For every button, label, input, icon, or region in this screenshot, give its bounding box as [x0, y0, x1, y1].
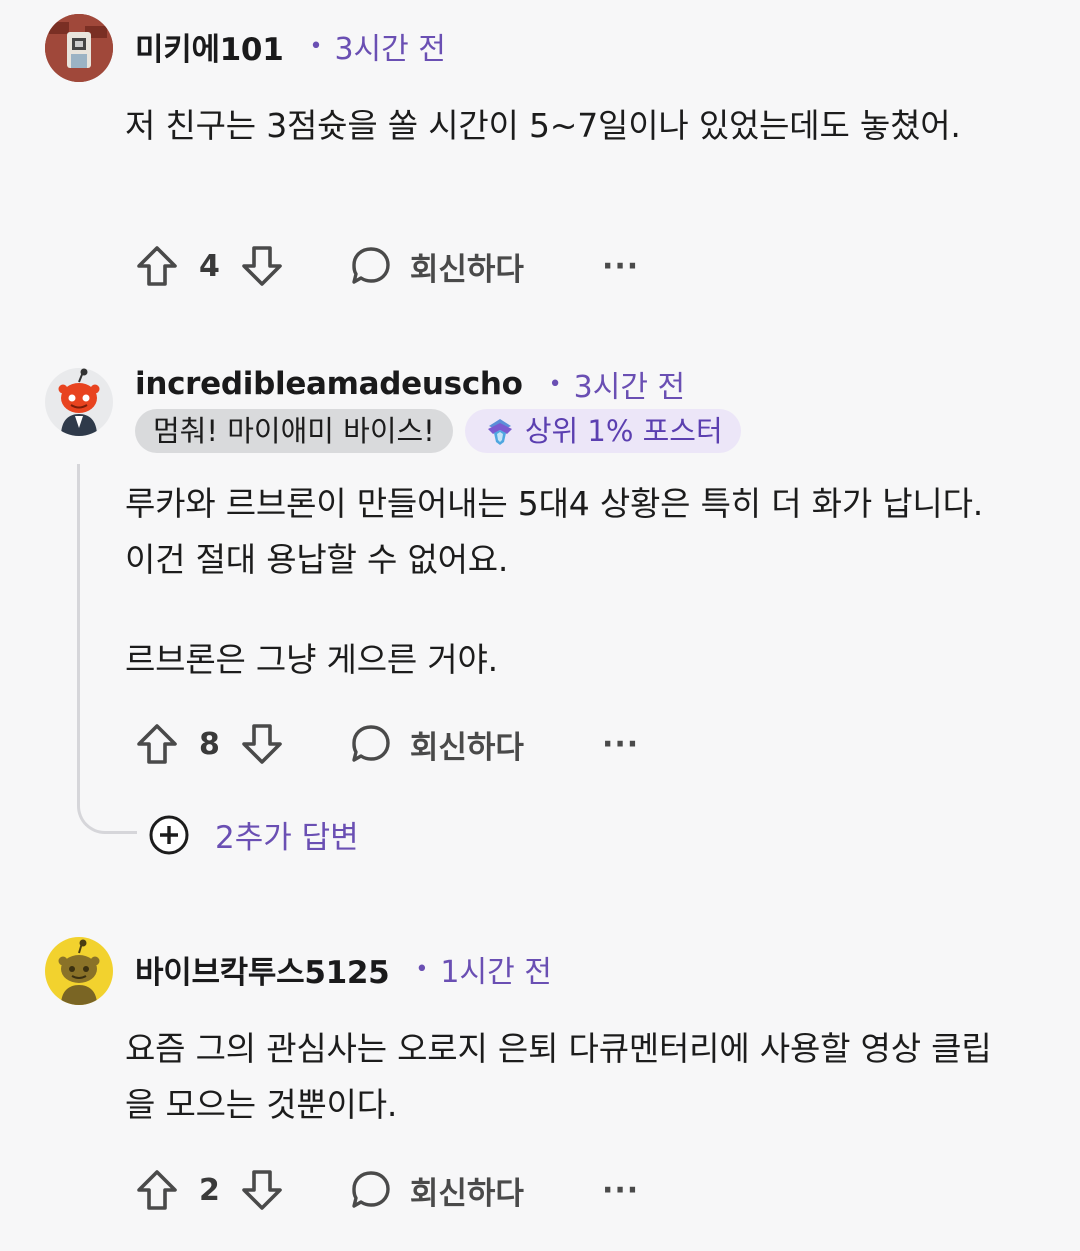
upvote-icon[interactable] — [133, 1166, 181, 1214]
comment-body: 요즘 그의 관심사는 오로지 은퇴 다큐멘터리에 사용할 영상 클립을 모으는 … — [125, 1021, 1015, 1133]
avatar-icon — [45, 937, 113, 1005]
comment-body: 저 친구는 3점슛을 쏠 시간이 5~7일이나 있었는데도 놓쳤어. — [125, 98, 1015, 154]
comment-paragraph: 요즘 그의 관심사는 오로지 은퇴 다큐멘터리에 사용할 영상 클립을 모으는 … — [125, 1029, 992, 1124]
vote-count: 4 — [199, 248, 220, 284]
comment-paragraph: 저 친구는 3점슛을 쏠 시간이 5~7일이나 있었는데도 놓쳤어. — [125, 106, 961, 145]
comment-actions: 4 회신하다 ··· — [133, 238, 639, 294]
comment-header: incredibleamadeuscho • 3시간 전 — [135, 362, 685, 406]
comment-header: 바이브칵투스5125 • 1시간 전 — [135, 947, 552, 992]
avatar-icon — [45, 14, 113, 82]
achievement-badge: 상위 1% 포스터 — [464, 409, 741, 453]
comment-body: 루카와 르브론이 만들어내는 5대4 상황은 특히 더 화가 납니다. 이건 절… — [125, 476, 1015, 688]
reply-label: 회신하다 — [409, 729, 524, 766]
comment-actions: 8 회신하다 ··· — [133, 716, 639, 772]
more-options-button[interactable]: ··· — [602, 1173, 639, 1208]
comment-bubble-icon — [352, 247, 390, 284]
avatar[interactable] — [45, 14, 113, 82]
comment-actions: 2 회신하다 ··· — [133, 1162, 639, 1218]
username[interactable]: 미키에101 — [135, 24, 284, 69]
avatar[interactable] — [45, 368, 113, 436]
badge-icon — [487, 419, 512, 445]
badge-label: 상위 1% 포스터 — [524, 414, 723, 448]
reply-label: 회신하다 — [409, 1175, 524, 1212]
thread-line[interactable] — [77, 464, 137, 834]
downvote-icon[interactable] — [238, 1166, 286, 1214]
more-replies-label: 2추가 답변 — [215, 820, 359, 856]
comment-bubble-icon — [352, 1171, 390, 1208]
comment-paragraph: 루카와 르브론이 만들어내는 5대4 상황은 특히 더 화가 납니다. 이건 절… — [125, 484, 984, 579]
avatar[interactable] — [45, 937, 113, 1005]
comment-header: 미키에101 • 3시간 전 — [135, 24, 446, 69]
user-flairs: 멈춰! 마이애미 바이스! 상위 1% 포스터 — [135, 409, 741, 453]
comment-thread: 미키에101 • 3시간 전 저 친구는 3점슛을 쏠 시간이 5~7일이나 있… — [0, 0, 1080, 1251]
username[interactable]: 바이브칵투스5125 — [135, 947, 390, 992]
comment-paragraph: 르브론은 그냥 게으른 거야. — [125, 640, 498, 679]
user-flair: 멈춰! 마이애미 바이스! — [135, 409, 453, 453]
downvote-icon[interactable] — [238, 242, 286, 290]
separator-dot: • — [548, 371, 562, 397]
more-replies-button[interactable]: 2추가 답변 — [147, 812, 359, 857]
more-options-button[interactable]: ··· — [602, 727, 639, 762]
comment-bubble-icon — [352, 725, 390, 762]
reply-button[interactable]: 회신하다 — [348, 721, 524, 767]
downvote-icon[interactable] — [238, 720, 286, 768]
timestamp[interactable]: 3시간 전 — [574, 362, 685, 406]
separator-dot: • — [415, 956, 429, 982]
avatar-icon — [45, 368, 113, 436]
plus-circle-icon — [149, 815, 189, 854]
vote-count: 8 — [199, 726, 220, 762]
reply-button[interactable]: 회신하다 — [348, 243, 524, 289]
reply-label: 회신하다 — [409, 251, 524, 288]
timestamp[interactable]: 1시간 전 — [440, 947, 551, 991]
upvote-icon[interactable] — [133, 242, 181, 290]
reply-button[interactable]: 회신하다 — [348, 1167, 524, 1213]
more-options-button[interactable]: ··· — [602, 249, 639, 284]
timestamp[interactable]: 3시간 전 — [334, 24, 445, 68]
vote-count: 2 — [199, 1172, 220, 1208]
upvote-icon[interactable] — [133, 720, 181, 768]
separator-dot: • — [309, 33, 323, 59]
username[interactable]: incredibleamadeuscho — [135, 366, 523, 402]
